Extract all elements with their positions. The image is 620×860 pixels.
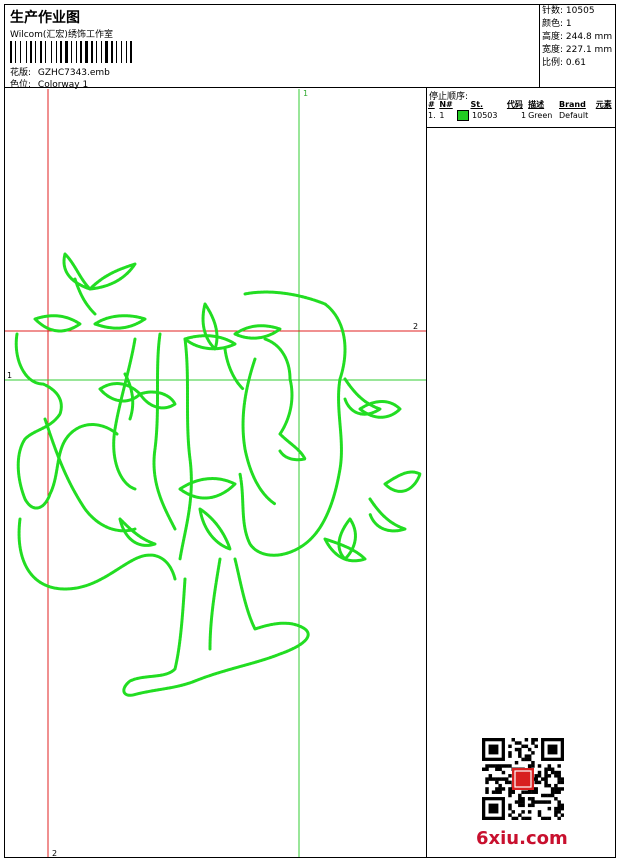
stat-height: 高度: 244.8 mm	[542, 32, 613, 42]
row-code: 1	[521, 111, 527, 120]
col-header-brand: Brand	[558, 100, 586, 109]
guide-label-h-red: 2	[413, 322, 418, 331]
design-stats: 针数: 10505 颜色: 1 高度: 244.8 mm 宽度: 227.1 m…	[540, 4, 616, 88]
qr-code	[482, 738, 564, 820]
guide-label-v-green: 1	[303, 89, 308, 98]
row-desc: Green	[528, 111, 553, 120]
guide-label-h-green: 1	[7, 371, 12, 380]
color-swatch	[457, 110, 470, 121]
embroidery-canvas: 1 2 1 2	[5, 89, 426, 857]
row-num: 1.	[428, 111, 436, 120]
col-header-st: St.	[470, 100, 484, 109]
row-brand: Default	[558, 111, 589, 120]
col-header-n: N#	[439, 100, 453, 109]
stop-sequence-table: # N# St. 代码 描述 Brand 元素 1. 1 10503 1 Gre…	[427, 99, 616, 121]
embroidery-design	[14, 252, 422, 697]
site-watermark: 6xiu.com	[476, 828, 568, 849]
table-header-row: # N# St. 代码 描述 Brand 元素	[427, 99, 616, 110]
worksheet-header: 生产作业图 Wilcom(汇宏)绣饰工作室 花版: GZHC7343.emb 色…	[4, 4, 540, 90]
row-st-cell: 10503	[456, 110, 505, 121]
stat-scale: 比例: 0.61	[542, 58, 586, 68]
row-n: 1	[439, 111, 445, 120]
col-header-desc: 描述	[528, 100, 545, 109]
divider	[427, 127, 616, 128]
guide-label-v-red: 2	[52, 849, 57, 857]
stat-width: 宽度: 227.1 mm	[542, 45, 613, 55]
stat-colors: 颜色: 1	[542, 19, 572, 29]
row-elem	[595, 110, 616, 121]
stat-stitches: 针数: 10505	[542, 6, 595, 16]
col-header-code: 代码	[506, 100, 523, 109]
row-st: 10503	[472, 111, 498, 120]
company-name: Wilcom(汇宏)绣饰工作室	[10, 30, 113, 40]
barcode	[10, 41, 132, 63]
guide-labels: 1 2 1 2	[7, 89, 418, 857]
col-header-num: #	[428, 100, 435, 109]
page-title: 生产作业图	[10, 10, 80, 26]
table-row: 1. 1 10503 1 Green Default	[427, 110, 616, 121]
col-header-elem: 元素	[595, 100, 612, 109]
